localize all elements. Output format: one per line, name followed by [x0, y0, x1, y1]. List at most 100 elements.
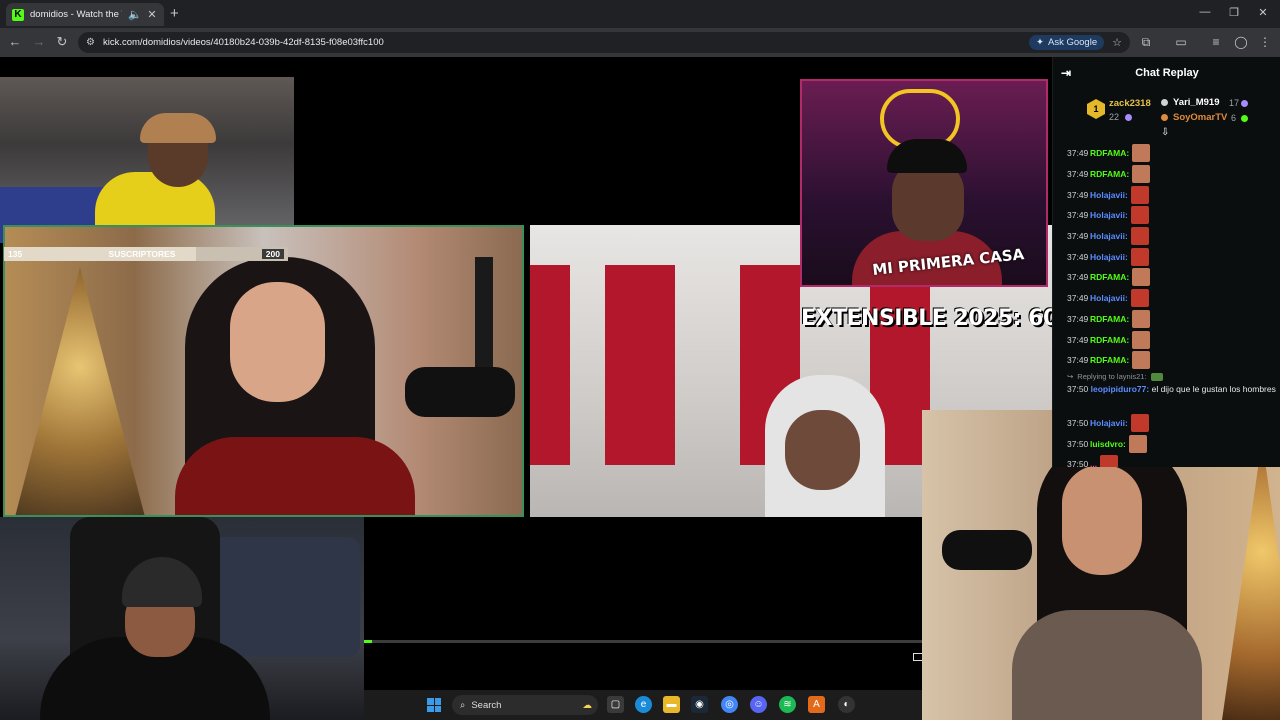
task-view-icon[interactable]: ▢	[607, 696, 624, 713]
seek-bar-progress	[364, 640, 372, 643]
video-player[interactable]: 135 SUSCRIPTORES 200 MI PRIMERA CASA EXT…	[0, 57, 1095, 720]
new-tab-icon[interactable]: +	[170, 5, 179, 22]
leader-third-name[interactable]: SoyOmarTV	[1173, 112, 1227, 123]
emote-icon	[1130, 185, 1149, 204]
message-user[interactable]: RDFAMA:	[1090, 148, 1129, 158]
subs-current: 135	[8, 249, 23, 259]
collapse-chat-icon[interactable]: ⇥	[1061, 66, 1071, 80]
chat-message: 37:50...	[1053, 454, 1280, 467]
webcam-top-right: MI PRIMERA CASA	[800, 79, 1048, 287]
curtain-shape	[605, 265, 675, 465]
address-bar[interactable]: ⚙ kick.com/domidios/videos/40180b24-039b…	[78, 32, 1130, 53]
menu-icon[interactable]: ⋮	[1256, 35, 1274, 49]
site-info-icon[interactable]: ⚙	[86, 37, 95, 48]
emote-icon	[1130, 289, 1149, 308]
message-user[interactable]: luisdvro:	[1090, 439, 1126, 449]
message-time: 37:49	[1067, 251, 1089, 262]
leader-third-count: 6	[1231, 113, 1237, 123]
tab-title: domidios - Watch the VOD	[30, 9, 122, 20]
message-user[interactable]: Holajavii:	[1090, 231, 1128, 241]
message-user[interactable]: Holajavii:	[1090, 252, 1128, 262]
obs-icon[interactable]: ◐	[838, 696, 855, 713]
message-user[interactable]: Holajavii:	[1090, 293, 1128, 303]
message-user[interactable]: Holajavii:	[1090, 190, 1128, 200]
cast-icon[interactable]: ▭	[1172, 35, 1190, 49]
emote-icon	[1132, 165, 1151, 184]
leader-second-name[interactable]: Yari_M919	[1173, 97, 1219, 108]
bookmark-star-icon[interactable]: ☆	[1112, 36, 1122, 49]
mic-arm-shape	[475, 257, 493, 377]
emote-icon	[1130, 206, 1149, 225]
reload-icon[interactable]: ↻	[53, 34, 71, 50]
message-time: 37:49	[1067, 189, 1089, 200]
chat-message: 37:49 Holajavii:	[1053, 288, 1280, 309]
spotify-icon[interactable]: ≋	[779, 696, 796, 713]
expand-leaderboard-icon[interactable]: ⇩	[1161, 127, 1169, 138]
chat-message: 37:49 RDFAMA:	[1053, 309, 1280, 330]
chat-message: 37:49 Holajavii:	[1053, 226, 1280, 247]
windows-taskbar: ⌕ Search ☁ ▢ e ▬ ◉ ◎ ☺ ≋ A ◐	[364, 690, 922, 720]
reply-hint: ↪ Replying to laynis21:	[1053, 371, 1280, 383]
chrome-icon[interactable]: ◎	[721, 696, 738, 713]
profile-icon[interactable]: ◯	[1232, 35, 1250, 49]
couch-shape	[200, 537, 360, 657]
message-user[interactable]: RDFAMA:	[1090, 355, 1129, 365]
message-user[interactable]: Holajavii:	[1090, 210, 1128, 220]
gift-icon	[1241, 115, 1248, 122]
close-tab-icon[interactable]: ✕	[146, 8, 158, 21]
chat-message: 37:49 Holajavii:	[1053, 184, 1280, 205]
emote-icon	[1128, 434, 1147, 453]
url-text[interactable]: kick.com/domidios/videos/40180b24-039b-4…	[103, 37, 1021, 48]
red-top-shape	[175, 437, 415, 515]
emote-icon	[1130, 413, 1149, 432]
message-user[interactable]: RDFAMA:	[1090, 169, 1129, 179]
chat-message: 37:50 luisdvro:	[1053, 433, 1280, 454]
emote-icon	[1130, 247, 1149, 266]
message-user[interactable]: ...	[1090, 459, 1097, 467]
message-user[interactable]: RDFAMA:	[1090, 314, 1129, 324]
chat-header: ⇥ Chat Replay	[1053, 57, 1280, 89]
minimize-icon[interactable]: —	[1195, 6, 1215, 18]
file-explorer-icon[interactable]: ▬	[663, 696, 680, 713]
chat-message: 37:49 RDFAMA:	[1053, 164, 1280, 185]
subs-goal: 200	[261, 249, 284, 259]
seek-bar[interactable]	[364, 640, 922, 643]
restore-icon[interactable]: ❐	[1224, 6, 1244, 19]
chat-message: 37:49 RDFAMA:	[1053, 267, 1280, 288]
media-icon[interactable]: ≡	[1207, 35, 1225, 49]
rank-three-icon	[1161, 114, 1168, 121]
extensions-icon[interactable]: ⧉	[1137, 35, 1155, 50]
close-window-icon[interactable]: ✕	[1253, 6, 1273, 19]
emote-icon	[1132, 309, 1151, 328]
emote-icon	[1130, 227, 1149, 246]
steam-icon[interactable]: ◉	[691, 696, 708, 713]
message-user[interactable]: RDFAMA:	[1090, 272, 1129, 282]
discord-icon[interactable]: ☺	[750, 696, 767, 713]
taskbar-search[interactable]: ⌕ Search ☁	[452, 695, 598, 715]
chat-message: 37:50 leopipiduro77: el dijo que le gust…	[1053, 383, 1280, 413]
message-user[interactable]: leopipiduro77:	[1091, 384, 1150, 394]
weather-icon: ☁	[582, 699, 593, 711]
edge-icon[interactable]: e	[635, 696, 652, 713]
leader-first-name[interactable]: zack2318	[1109, 98, 1151, 109]
speaker-icon[interactable]: 🔈	[128, 8, 142, 21]
message-user[interactable]: RDFAMA:	[1090, 335, 1129, 345]
gift-leaderboard: 1 zack2318 22 Yari_M919 17 SoyOmarTV 6 ⇩	[1053, 91, 1280, 138]
leader-second-count: 17	[1229, 98, 1240, 108]
back-icon[interactable]: ←	[6, 34, 24, 49]
top-shape	[1012, 610, 1202, 720]
app-icon[interactable]: A	[808, 696, 825, 713]
leader-first-count: 22	[1109, 112, 1120, 122]
webcam-bottom-left	[0, 517, 364, 720]
message-time: 37:49	[1067, 169, 1089, 180]
forward-icon[interactable]: →	[30, 34, 48, 49]
windows-start-icon[interactable]	[427, 698, 441, 712]
browser-tab[interactable]: K domidios - Watch the VOD 🔈 ✕	[6, 3, 164, 26]
gemini-icon: ✦	[1036, 37, 1044, 48]
emote-icon	[1132, 351, 1151, 370]
message-user[interactable]: Holajavii:	[1090, 418, 1128, 428]
chat-message: 37:49 Holajavii:	[1053, 205, 1280, 226]
ask-google-button[interactable]: ✦ Ask Google	[1029, 35, 1105, 50]
emote-icon	[1132, 268, 1151, 287]
search-label: Search	[471, 699, 502, 711]
